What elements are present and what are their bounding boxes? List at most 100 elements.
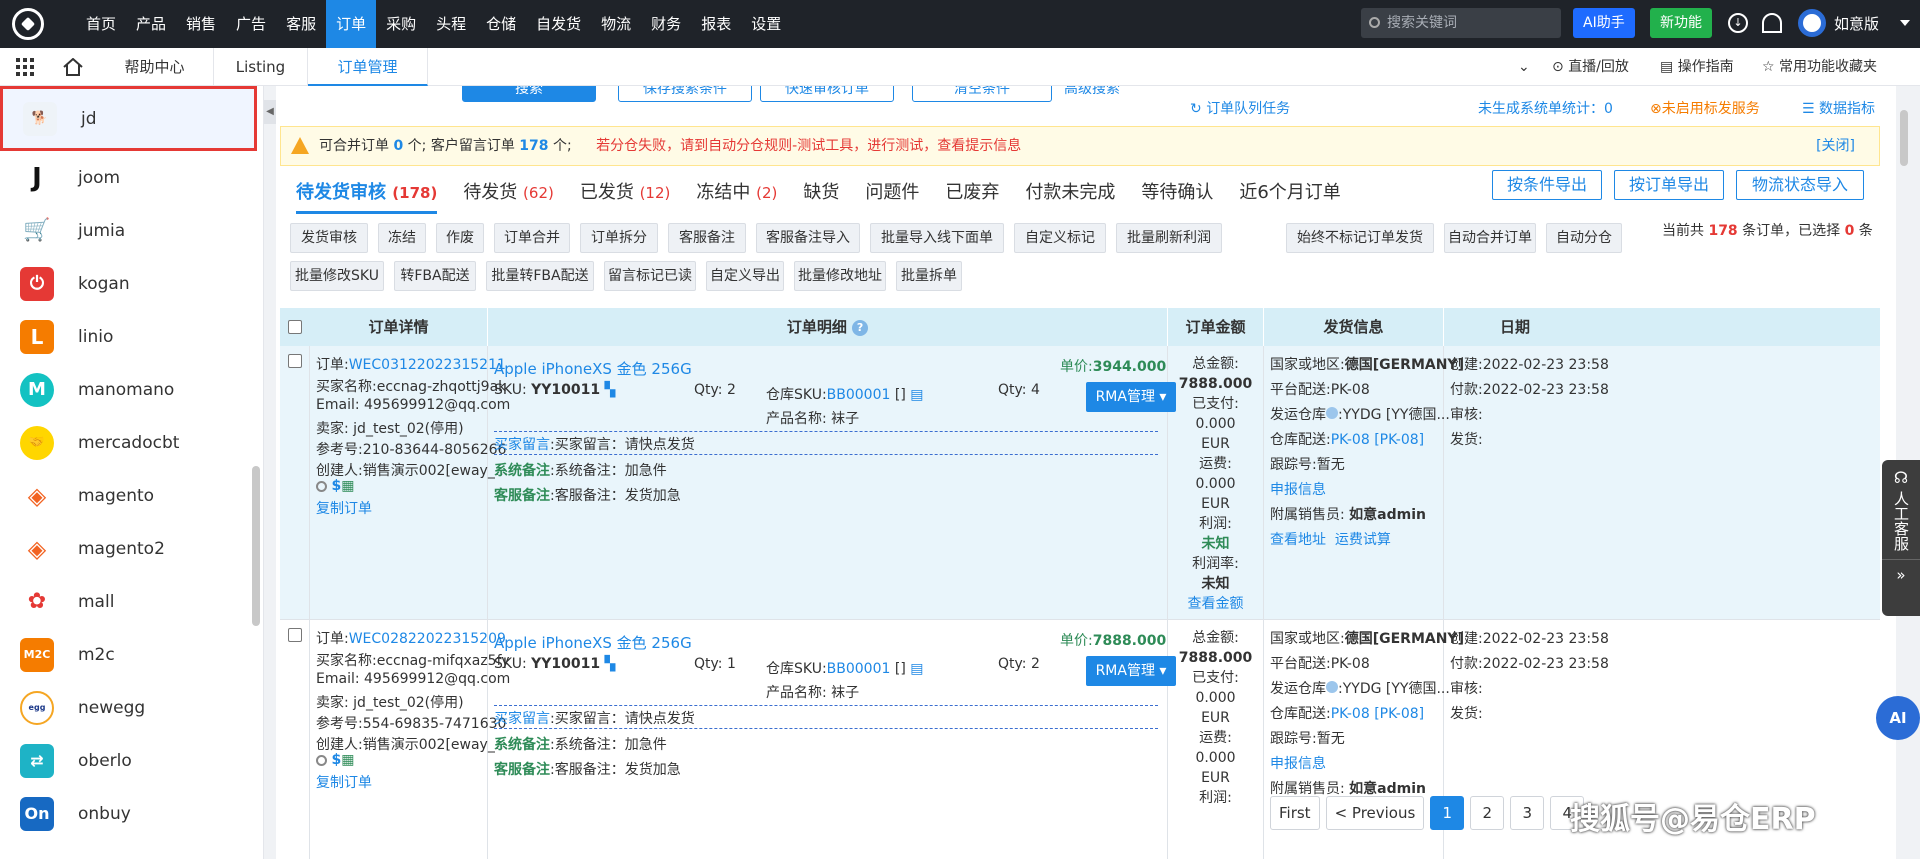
menu-finance[interactable]: 财务 [641,0,691,48]
product-link[interactable]: Apple iPhoneXS 金色 256G [494,358,692,379]
freight-calc-link[interactable]: 运费试算 [1335,532,1391,548]
copy-order-link[interactable]: 复制订单 [316,498,372,518]
tab-problem[interactable]: 问题件 [865,172,919,214]
menu-settings[interactable]: 设置 [741,0,791,48]
new-feature-button[interactable]: 新功能 [1650,8,1712,38]
app-logo[interactable] [0,0,56,48]
tabs-dropdown-icon[interactable]: ⌄ [1518,48,1530,86]
mark-message-read-button[interactable]: 留言标记已读 [604,261,696,291]
menu-selfship[interactable]: 自发货 [526,0,591,48]
never-mark-shipped-button[interactable]: 始终不标记订单发货 [1286,223,1434,253]
sidebar-item-m2c[interactable]: M2C m2c [0,628,263,681]
sidebar-item-onbuy[interactable]: On onbuy [0,787,263,840]
custom-mark-button[interactable]: 自定义标记 [1014,223,1106,253]
batch-to-fba-button[interactable]: 批量转FBA配送 [486,261,594,291]
apps-grid-icon[interactable] [16,58,34,76]
note-icon[interactable]: ▤ [910,661,923,677]
tab-shipped[interactable]: 已发货 (12) [580,172,671,214]
mergeable-count[interactable]: 0 [393,138,403,154]
freeze-button[interactable]: 冻结 [378,223,426,253]
search-button[interactable]: 搜索 [462,86,596,102]
page-1[interactable]: 1 [1430,796,1465,830]
info-icon[interactable] [1326,681,1338,693]
avatar[interactable] [1798,9,1826,37]
logistics-import-button[interactable]: 物流状态导入 [1736,170,1864,200]
tab-awaiting-confirm[interactable]: 等待确认 [1141,172,1213,214]
sidebar-item-kogan[interactable]: ⏻ kogan [0,257,263,310]
tab-help-center[interactable]: 帮助中心 [96,48,214,86]
sidebar-item-linio[interactable]: Llinio [0,310,263,363]
import-offline-label-button[interactable]: 批量导入线下面单 [870,223,1004,253]
view-address-link[interactable]: 查看地址 [1270,532,1326,548]
page-first[interactable]: First [1270,796,1320,830]
sidebar-item-mercadocbt[interactable]: 🤝 mercadocbt [0,416,263,469]
menu-reports[interactable]: 报表 [691,0,741,48]
menu-firstleg[interactable]: 头程 [426,0,476,48]
user-name[interactable]: 如意版 [1834,0,1879,48]
declare-info-link[interactable]: 申报信息 [1270,479,1326,499]
info-icon[interactable] [1326,407,1338,419]
sidebar-collapse-button[interactable]: ◀ [264,100,276,124]
menu-purchase[interactable]: 采购 [376,0,426,48]
ai-assistant-button[interactable]: AI助手 [1573,8,1635,38]
select-all-checkbox[interactable] [288,320,302,334]
sidebar-item-newegg[interactable]: egg newegg [0,681,263,734]
menu-ads[interactable]: 广告 [226,0,276,48]
auto-warehouse-button[interactable]: 自动分仓 [1546,223,1622,253]
data-metric-link[interactable]: ☰ 数据指标 [1802,98,1875,118]
page-2[interactable]: 2 [1470,796,1505,830]
ai-float-button[interactable]: AI [1876,696,1920,740]
favorites-link[interactable]: ☆ 常用功能收藏夹 [1762,48,1877,86]
caret-down-icon[interactable] [1900,20,1910,26]
dollar-icon[interactable]: $ [331,478,341,494]
sidebar-item-magento2[interactable]: ◈ magento2 [0,522,263,575]
export-by-order-button[interactable]: 按订单导出 [1614,170,1724,200]
sidebar-item-oberlo[interactable]: ⇄ oberlo [0,734,263,787]
product-link[interactable]: Apple iPhoneXS 金色 256G [494,632,692,653]
ship-review-button[interactable]: 发货审核 [290,223,368,253]
sidebar-item-joom[interactable]: Jjoom [0,151,263,204]
cs-note-import-button[interactable]: 客服备注导入 [756,223,860,253]
warehouse-sku-link[interactable]: BB00001 [827,387,891,403]
sidebar-item-jumia[interactable]: 🛒 jumia [0,204,263,257]
tab-frozen[interactable]: 冻结中 (2) [696,172,777,214]
tab-pending-ship[interactable]: 待发货 (62) [463,172,554,214]
menu-logistics[interactable]: 物流 [591,0,641,48]
merge-orders-button[interactable]: 订单合并 [494,223,570,253]
sidebar-item-jd[interactable]: 🐕 jd [0,86,257,151]
close-notice-link[interactable]: [关闭] [1816,127,1855,165]
menu-orders[interactable]: 订单 [326,0,377,48]
customer-service-float[interactable]: ☊ 人工客服 » [1882,460,1920,616]
tab-discarded[interactable]: 已废弃 [945,172,999,214]
batch-edit-address-button[interactable]: 批量修改地址 [794,261,886,291]
order-number-link[interactable]: WEC03122022315211 [349,357,506,373]
menu-product[interactable]: 产品 [126,0,176,48]
to-fba-button[interactable]: 转FBA配送 [394,261,476,291]
tab-out-of-stock[interactable]: 缺货 [803,172,839,214]
download-icon[interactable]: ↓ [1728,13,1748,33]
magnifier-icon[interactable] [316,480,327,492]
sku-grid-icon[interactable]: ▚ [605,382,616,398]
batch-split-button[interactable]: 批量拆单 [896,261,962,291]
split-order-button[interactable]: 订单拆分 [580,223,658,253]
rma-dropdown[interactable]: RMA管理 ▾ [1086,382,1176,412]
sidebar-item-mall[interactable]: ✿ mall [0,575,263,628]
tab-last-6-months[interactable]: 近6个月订单 [1239,172,1340,214]
sidebar-item-manomano[interactable]: Mmanomano [0,363,263,416]
warehouse-sku-link[interactable]: BB00001 [827,661,891,677]
message-count[interactable]: 178 [519,138,548,154]
tab-unpaid[interactable]: 付款未完成 [1025,172,1115,214]
chevron-right-icon[interactable]: » [1882,559,1920,584]
help-icon[interactable]: ? [852,319,869,336]
clear-conditions-button[interactable]: 清空条件 [912,86,1052,102]
view-amount-link[interactable]: 查看金额 [1168,594,1263,614]
custom-export-button[interactable]: 自定义导出 [706,261,784,291]
save-search-button[interactable]: 保存搜索条件 [618,86,752,102]
menu-sales[interactable]: 销售 [176,0,226,48]
row-checkbox[interactable] [288,354,302,368]
note-icon[interactable]: ▤ [910,387,923,403]
menu-service[interactable]: 客服 [276,0,326,48]
sku-grid-icon[interactable]: ▚ [605,656,616,672]
auto-merge-button[interactable]: 自动合并订单 [1444,223,1536,253]
row-checkbox[interactable] [288,628,302,642]
